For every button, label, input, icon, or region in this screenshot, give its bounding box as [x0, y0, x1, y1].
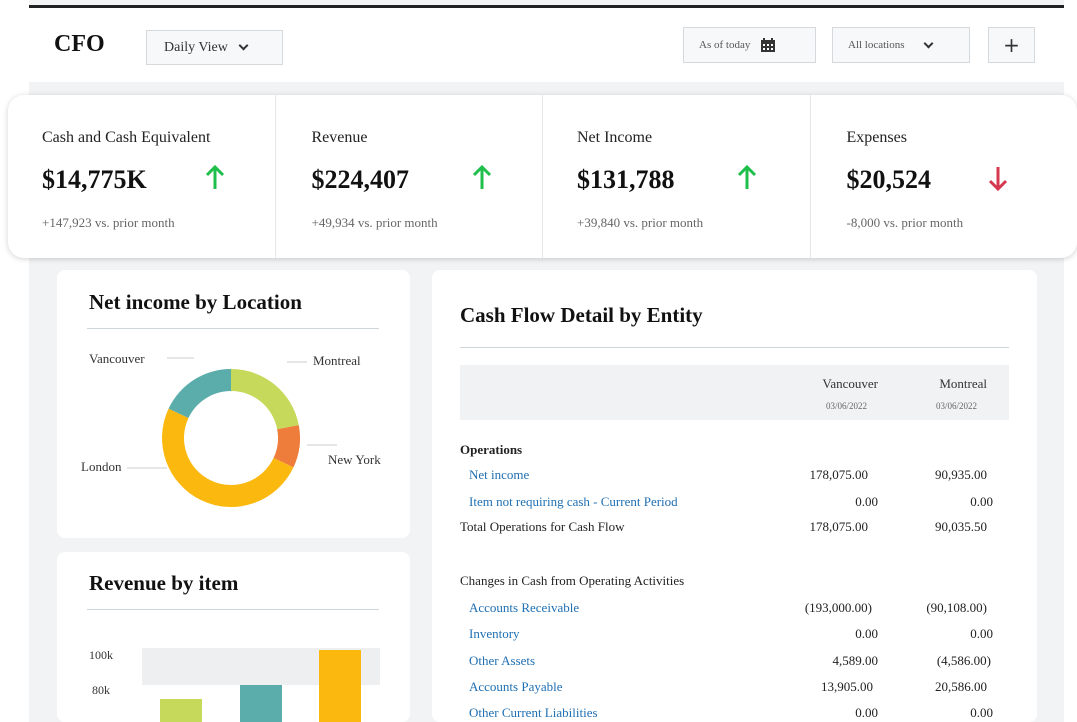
- kpi-label: Expenses: [846, 129, 907, 146]
- app-logo: CFO: [54, 31, 105, 57]
- revenue-bar: [160, 698, 202, 722]
- kpi-card-expenses[interactable]: Expenses $20,524 -8,000 vs. prior month: [811, 95, 1077, 258]
- arrow-up-icon: [472, 165, 491, 189]
- kpi-value: $224,407: [311, 165, 410, 194]
- donut-label-vancouver: Vancouver: [89, 351, 145, 366]
- kpi-delta: +39,840 vs. prior month: [577, 215, 704, 230]
- kpi-card-cash[interactable]: Cash and Cash Equivalent $14,775K +147,9…: [8, 95, 276, 258]
- card-divider: [87, 328, 379, 329]
- cell-value: (4,586.00): [936, 653, 991, 668]
- donut-label-montreal: Montreal: [313, 353, 361, 368]
- kpi-card-net-income[interactable]: Net Income $131,788 +39,840 vs. prior mo…: [543, 95, 811, 258]
- column-header: Montreal: [939, 376, 987, 391]
- chevron-down-icon: [923, 38, 933, 48]
- revenue-bar: [319, 649, 361, 722]
- view-select-label: Daily View: [164, 39, 228, 55]
- kpi-value: $131,788: [577, 165, 675, 194]
- cell-value: 90,935.00: [935, 467, 987, 482]
- cell-value: 0.00: [855, 494, 878, 509]
- y-tick-label: 100k: [89, 648, 113, 662]
- row-label: Total Operations for Cash Flow: [460, 519, 625, 534]
- arrow-up-icon: [737, 165, 757, 189]
- column-date: 03/06/2022: [935, 401, 977, 411]
- y-tick-label: 80k: [92, 683, 110, 697]
- cell-value: 90,035.50: [935, 519, 987, 534]
- card-divider: [460, 347, 1009, 348]
- donut-slice-montreal: [231, 369, 299, 430]
- chevron-down-icon: [238, 40, 249, 51]
- cell-value: 20,586.00: [935, 679, 987, 694]
- cell-value: 178,075.00: [809, 467, 869, 482]
- cell-value: 13,905.00: [821, 679, 873, 694]
- revenue-bar: [240, 684, 282, 722]
- cell-value: 0.00: [970, 626, 993, 641]
- kpi-delta: +147,923 vs. prior month: [42, 215, 175, 230]
- card-divider: [87, 609, 379, 610]
- section-heading: Operations: [460, 442, 523, 457]
- calendar-icon: [761, 38, 776, 52]
- cell-value: (90,108.00): [926, 600, 987, 615]
- column-date: 03/06/2022: [825, 401, 867, 411]
- kpi-label: Net Income: [577, 129, 653, 146]
- row-label-link[interactable]: Inventory: [469, 626, 520, 642]
- row-label-link[interactable]: Accounts Receivable: [469, 600, 579, 616]
- row-label-link[interactable]: Net income: [469, 467, 529, 483]
- row-label-link[interactable]: Accounts Payable: [469, 679, 563, 695]
- cell-value: 178,075.00: [809, 519, 869, 534]
- row-label-link[interactable]: Item not requiring cash - Current Period: [469, 494, 678, 510]
- cell-value: 4,589.00: [832, 653, 879, 668]
- date-picker-button[interactable]: As of today: [683, 27, 816, 63]
- kpi-value: $20,524: [846, 165, 932, 194]
- kpi-strip: Cash and Cash Equivalent $14,775K +147,9…: [8, 95, 1077, 258]
- column-header: Vancouver: [822, 376, 878, 391]
- revenue-title: Revenue by item: [89, 571, 239, 595]
- cell-value: 0.00: [970, 494, 993, 509]
- table-header-bg: [460, 365, 1009, 420]
- net-income-title: Net income by Location: [89, 290, 302, 314]
- kpi-label: Cash and Cash Equivalent: [42, 129, 211, 146]
- section-heading: Changes in Cash from Operating Activitie…: [460, 573, 685, 588]
- cashflow-title: Cash Flow Detail by Entity: [460, 303, 703, 327]
- kpi-label: Revenue: [311, 129, 368, 146]
- kpi-card-revenue[interactable]: Revenue $224,407 +49,934 vs. prior month: [276, 95, 543, 258]
- location-select-label: All locations: [848, 39, 905, 51]
- header-top-border: [29, 5, 1064, 8]
- donut-label-new-york: New York: [328, 452, 381, 467]
- view-select[interactable]: Daily View: [146, 30, 283, 65]
- location-select[interactable]: All locations: [832, 27, 970, 63]
- cell-value: 0.00: [855, 705, 878, 720]
- donut-label-london: London: [81, 459, 122, 474]
- cell-value: 0.00: [855, 626, 878, 641]
- date-picker-label: As of today: [699, 39, 751, 51]
- donut-slice-vancouver: [168, 369, 231, 418]
- kpi-delta: -8,000 vs. prior month: [846, 215, 964, 230]
- cell-value: 0.00: [970, 705, 993, 720]
- row-label-link[interactable]: Other Current Liabilities: [469, 705, 598, 721]
- cell-value: (193,000.00): [804, 600, 872, 615]
- kpi-value: $14,775K: [42, 165, 147, 194]
- row-label-link[interactable]: Other Assets: [469, 653, 535, 669]
- arrow-up-icon: [205, 165, 225, 189]
- kpi-delta: +49,934 vs. prior month: [311, 215, 438, 230]
- arrow-down-icon: [988, 167, 1007, 191]
- add-button[interactable]: +: [988, 27, 1035, 63]
